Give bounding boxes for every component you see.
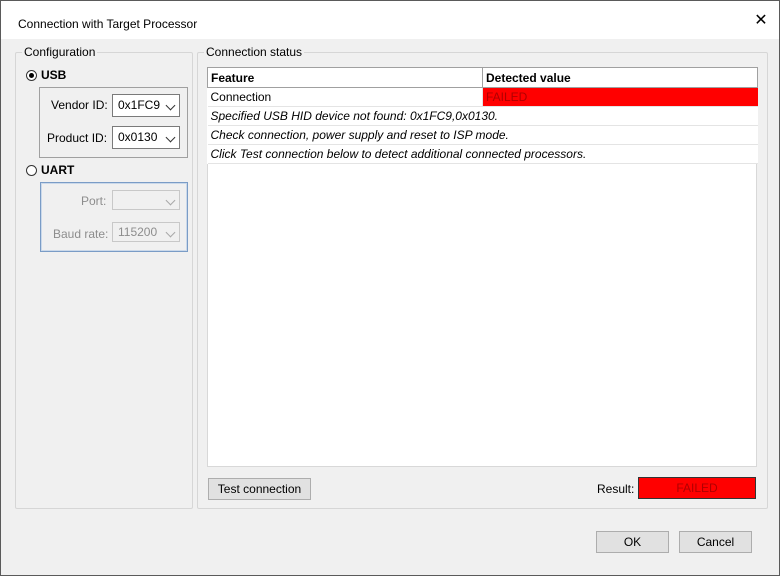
chevron-down-icon xyxy=(165,227,176,238)
port-select[interactable] xyxy=(112,190,180,210)
chevron-down-icon xyxy=(165,100,176,111)
baud-rate-value: 115200 xyxy=(118,225,158,239)
test-connection-button[interactable]: Test connection xyxy=(208,478,311,500)
uart-radio-label: UART xyxy=(41,163,75,177)
baud-rate-label: Baud rate: xyxy=(53,227,109,241)
baud-rate-select[interactable]: 115200 xyxy=(112,222,180,242)
usb-radio[interactable]: USB xyxy=(26,68,66,82)
column-header-detected-value[interactable]: Detected value xyxy=(482,67,758,88)
port-label: Port: xyxy=(81,194,107,208)
uart-radio[interactable]: UART xyxy=(26,163,74,177)
table-row[interactable]: Specified USB HID device not found: 0x1F… xyxy=(207,106,758,126)
chevron-down-icon xyxy=(165,195,176,206)
table-row[interactable]: Click Test connection below to detect ad… xyxy=(207,144,758,164)
column-header-feature[interactable]: Feature xyxy=(207,67,483,88)
row-detected-value: FAILED xyxy=(482,87,758,107)
row-feature: Check connection, power supply and reset… xyxy=(207,125,758,145)
configuration-label: Configuration xyxy=(22,45,98,59)
connection-status-label: Connection status xyxy=(204,45,305,59)
vendor-id-select[interactable]: 0x1FC9 xyxy=(112,94,180,117)
table-header-row: Feature Detected value xyxy=(207,67,758,88)
vendor-id-value: 0x1FC9 xyxy=(118,98,161,112)
status-table: Feature Detected value Connection FAILED… xyxy=(207,67,758,164)
title-bar: Connection with Target Processor ✕ xyxy=(1,1,779,39)
product-id-label: Product ID: xyxy=(47,131,108,145)
row-feature: Connection xyxy=(207,87,483,107)
result-label: Result: xyxy=(597,482,635,496)
close-icon[interactable]: ✕ xyxy=(753,13,769,29)
usb-radio-button[interactable] xyxy=(26,69,37,81)
result-status-badge: FAILED xyxy=(638,477,756,499)
table-row[interactable]: Connection FAILED xyxy=(207,87,758,107)
window-title: Connection with Target Processor xyxy=(18,17,198,31)
cancel-button[interactable]: Cancel xyxy=(679,531,752,553)
row-feature: Click Test connection below to detect ad… xyxy=(207,144,758,164)
vendor-id-label: Vendor ID: xyxy=(51,98,108,112)
uart-radio-button[interactable] xyxy=(26,164,37,176)
row-feature: Specified USB HID device not found: 0x1F… xyxy=(207,106,758,126)
product-id-select[interactable]: 0x0130 xyxy=(112,126,180,149)
chevron-down-icon xyxy=(165,132,176,143)
ok-button[interactable]: OK xyxy=(596,531,669,553)
product-id-value: 0x0130 xyxy=(118,130,158,144)
usb-radio-label: USB xyxy=(41,68,67,82)
dialog-window: Connection with Target Processor ✕ Confi… xyxy=(0,0,780,576)
table-row[interactable]: Check connection, power supply and reset… xyxy=(207,125,758,145)
